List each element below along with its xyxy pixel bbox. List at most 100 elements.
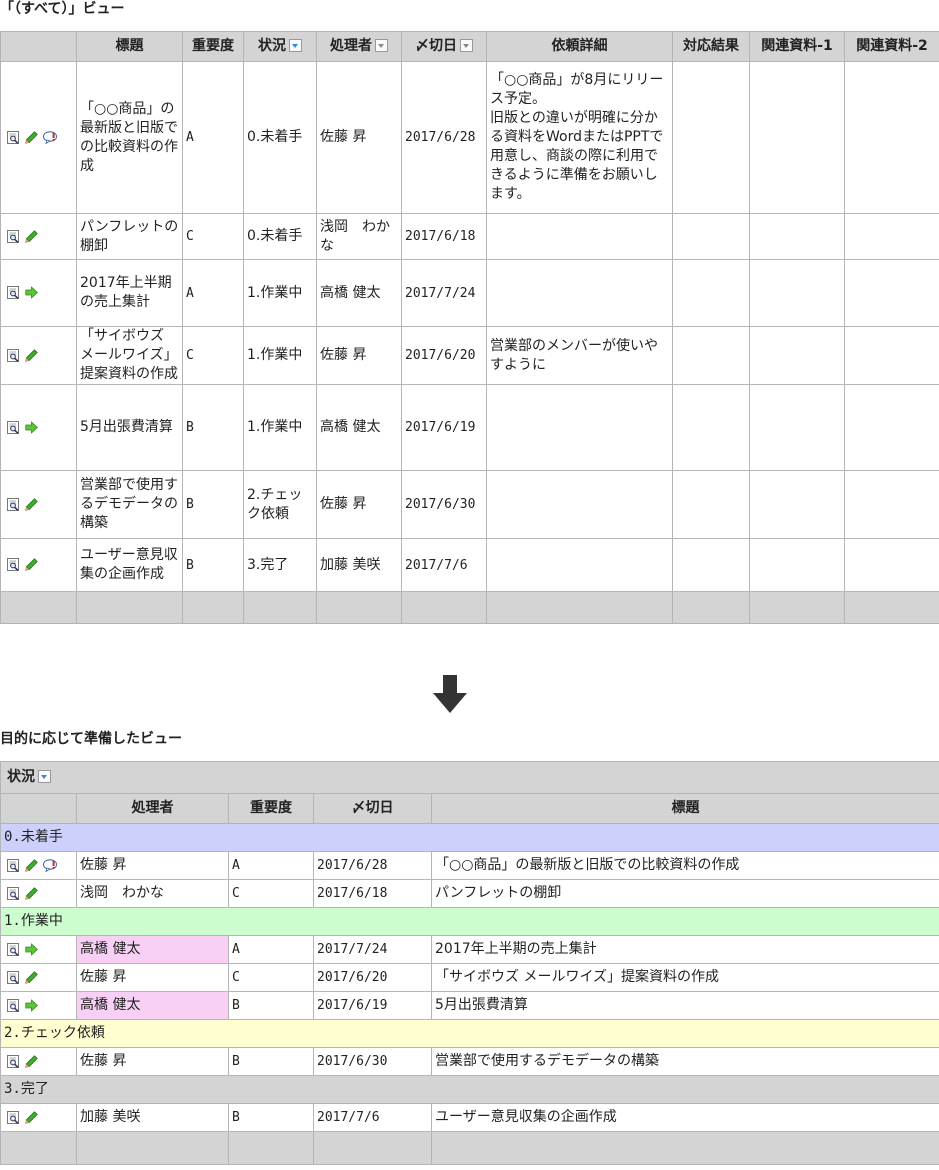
priority-cell: B [228,1047,314,1076]
table-row[interactable]: 高橋 健太 A 2017/7/24 2017年上半期の売上集計 [0,935,939,964]
header-assignee[interactable]: 処理者 [76,793,229,824]
ref2-cell [844,61,939,214]
view-icon[interactable] [7,1110,20,1124]
view-icon[interactable] [7,858,20,872]
edit-icon[interactable] [25,348,38,362]
arrow-icon[interactable] [25,286,38,299]
due-cell: 2017/6/18 [401,213,487,260]
header-due[interactable]: 〆切日 [401,31,487,62]
result-cell [672,213,750,260]
edit-icon[interactable] [25,558,38,571]
table-row[interactable]: 佐藤 昇 B 2017/6/30 営業部で使用するデモデータの構築 [0,1047,939,1076]
assignee-cell: 高橋 健太 [316,384,402,471]
header-detail[interactable]: 依頼詳細 [486,31,673,62]
status-sort-dropdown-icon[interactable] [289,38,302,52]
due-sort-dropdown-icon[interactable] [460,38,473,52]
group-label: 2.チェック依頼 [0,1019,939,1048]
view-icon[interactable] [7,348,20,362]
arrow-icon[interactable] [25,942,38,956]
footer-cell [76,591,183,624]
view-icon[interactable] [7,998,20,1012]
footer-cell [228,1131,314,1165]
view-icon[interactable] [7,558,20,571]
status-cell: 1.作業中 [243,326,317,385]
priority-cell: B [182,538,244,592]
assignee-cell: 高橋 健太 [76,991,229,1020]
header-ref1[interactable]: 関連資料-1 [749,31,845,62]
edit-icon[interactable] [25,130,38,144]
priority-cell: A [228,851,314,880]
ref1-cell [749,538,845,592]
arrow-icon[interactable] [25,420,38,434]
group-by-dropdown-icon[interactable] [38,769,51,783]
assignee-cell: 佐藤 昇 [316,326,402,385]
footer-row [0,591,939,624]
comment-icon[interactable] [43,130,57,144]
due-cell: 2017/7/6 [401,538,487,592]
group-header-row[interactable]: 0.未着手 [0,823,939,852]
detail-cell [486,213,673,260]
view-icon[interactable] [7,970,20,984]
group-by-header[interactable]: 状況 [0,761,939,794]
due-cell: 2017/6/28 [313,851,432,880]
header-status[interactable]: 状況 [243,31,317,62]
edit-icon[interactable] [25,1110,38,1124]
edit-icon[interactable] [25,1054,38,1068]
footer-cell [672,591,750,624]
table-row[interactable]: 営業部で使用するデモデータの構築 B 2.チェック依頼 佐藤 昇 2017/6/30 [0,470,939,539]
all-view-table: 標題 重要度 状況 処理者 〆切日 依頼詳細 対応結果 関連資料-1 関連資料-… [0,31,939,624]
header-priority[interactable]: 重要度 [228,793,314,824]
view-icon[interactable] [7,229,20,243]
table-row[interactable]: パンフレットの棚卸 C 0.未着手 浅岡 わかな 2017/6/18 [0,213,939,260]
view-icon[interactable] [7,420,20,434]
edit-icon[interactable] [25,970,38,984]
group-header-row[interactable]: 3.完了 [0,1075,939,1104]
header-priority[interactable]: 重要度 [182,31,244,62]
view-icon[interactable] [7,942,20,956]
group-header-row[interactable]: 2.チェック依頼 [0,1019,939,1048]
header-title[interactable]: 標題 [430,793,939,824]
assignee-sort-dropdown-icon[interactable] [375,38,388,52]
due-cell: 2017/7/6 [313,1103,432,1132]
edit-icon[interactable] [25,229,38,243]
table-row[interactable]: 高橋 健太 B 2017/6/19 5月出張費清算 [0,991,939,1020]
table-row[interactable]: 佐藤 昇 C 2017/6/20 「サイボウズ メールワイズ」提案資料の作成 [0,963,939,992]
arrow-icon[interactable] [25,998,38,1012]
group-by-row: 状況 [0,761,939,794]
table-row[interactable]: 5月出張費清算 B 1.作業中 高橋 健太 2017/6/19 [0,384,939,471]
assignee-cell: 加藤 美咲 [316,538,402,592]
edit-icon[interactable] [25,886,38,900]
header-row: 標題 重要度 状況 処理者 〆切日 依頼詳細 対応結果 関連資料-1 関連資料-… [0,31,939,62]
footer-cell [313,1131,432,1165]
row-actions [0,326,77,385]
status-cell: 0.未着手 [243,61,317,214]
table-row[interactable]: 「○○商品」の最新版と旧版での比較資料の作成 A 0.未着手 佐藤 昇 2017/6/2… [0,61,939,214]
result-cell [672,259,750,327]
detail-cell [486,538,673,592]
comment-icon[interactable] [43,858,57,872]
table-row[interactable]: ユーザー意見収集の企画作成 B 3.完了 加藤 美咲 2017/7/6 [0,538,939,592]
edit-icon[interactable] [25,858,38,872]
header-assignee[interactable]: 処理者 [316,31,402,62]
table-row[interactable]: 「サイボウズ メールワイズ」提案資料の作成 C 1.作業中 佐藤 昇 2017/6/20… [0,326,939,385]
view-icon[interactable] [7,1054,20,1068]
header-due[interactable]: 〆切日 [313,793,432,824]
header-result[interactable]: 対応結果 [672,31,750,62]
table-row[interactable]: 佐藤 昇 A 2017/6/28 「○○商品」の最新版と旧版での比較資料の作成 [0,851,939,880]
edit-icon[interactable] [25,497,38,511]
due-cell: 2017/6/19 [401,384,487,471]
header-ref2[interactable]: 関連資料-2 [844,31,939,62]
view-icon[interactable] [7,286,20,299]
table-row[interactable]: 2017年上半期の売上集計 A 1.作業中 高橋 健太 2017/7/24 [0,259,939,327]
table-row[interactable]: 加藤 美咲 B 2017/7/6 ユーザー意見収集の企画作成 [0,1103,939,1132]
title-cell: 「サイボウズ メールワイズ」提案資料の作成 [76,326,183,385]
table-row[interactable]: 浅岡 わかな C 2017/6/18 パンフレットの棚卸 [0,879,939,908]
view-icon[interactable] [7,130,20,144]
detail-cell [486,259,673,327]
title-cell: パンフレットの棚卸 [430,879,939,908]
header-title[interactable]: 標題 [76,31,183,62]
view-icon[interactable] [7,886,20,900]
title-cell: 「○○商品」の最新版と旧版での比較資料の作成 [76,61,183,214]
group-header-row[interactable]: 1.作業中 [0,907,939,936]
view-icon[interactable] [7,497,20,511]
